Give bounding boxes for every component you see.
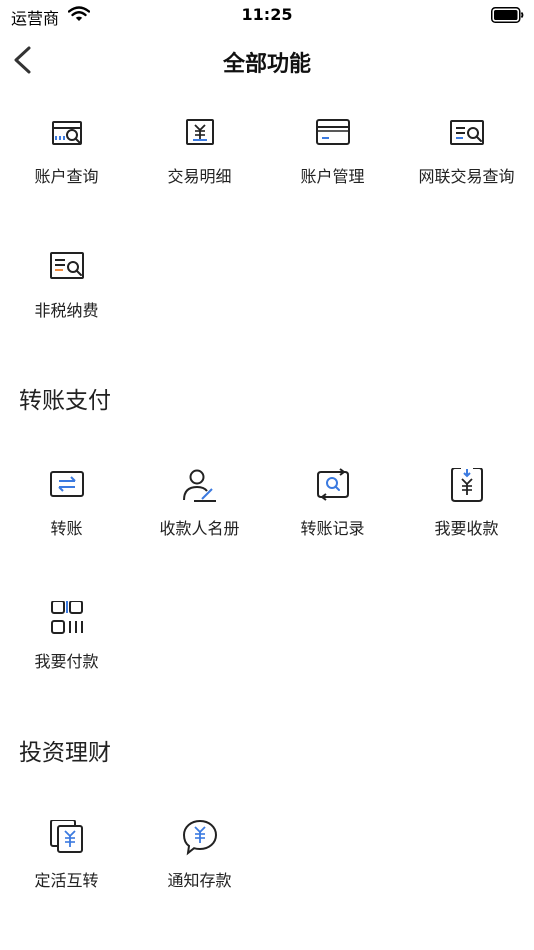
page-title: 全部功能 — [222, 52, 311, 77]
transaction-detail-icon — [185, 119, 214, 145]
tile-receive-money[interactable]: 我要收款 — [400, 468, 533, 548]
tile-transfer-records[interactable]: 转账记录 — [266, 468, 399, 548]
account-management-icon — [315, 119, 350, 145]
pay-money-icon — [50, 601, 83, 634]
tile-account-query[interactable]: 账户查询 — [0, 116, 133, 196]
tile-label: 交易明细 — [167, 167, 232, 186]
tile-label: 转账 — [50, 519, 83, 538]
tile-notice-deposit[interactable]: 通知存款 — [133, 820, 266, 900]
section-title-transfer: 转账支付 — [19, 388, 111, 414]
grid-row-account-2: 非税纳费 — [0, 250, 534, 330]
non-tax-payment-icon — [49, 252, 84, 279]
tile-label: 网联交易查询 — [418, 167, 515, 186]
battery-icon — [491, 7, 524, 23]
tile-label: 账户管理 — [300, 167, 365, 186]
tile-label: 通知存款 — [167, 871, 232, 890]
tile-account-management[interactable]: 账户管理 — [266, 116, 399, 196]
tile-pay-money[interactable]: 我要付款 — [0, 601, 133, 681]
tile-payee-list[interactable]: 收款人名册 — [133, 468, 266, 548]
grid-row-transfer-2: 我要付款 — [0, 601, 534, 681]
transfer-records-icon — [316, 468, 349, 501]
receive-money-icon — [450, 468, 483, 502]
tile-fixed-current-transfer[interactable]: 定活互转 — [0, 820, 133, 900]
tile-netunion-query[interactable]: 网联交易查询 — [400, 116, 533, 196]
account-query-icon — [52, 121, 82, 145]
tile-label: 转账记录 — [300, 519, 365, 538]
status-bar: 运营商 11:25 — [0, 0, 534, 30]
tile-label: 我要收款 — [434, 519, 499, 538]
transfer-icon — [49, 471, 84, 497]
grid-row-transfer: 转账 收款人名册 转账记录 我要收款 — [0, 468, 534, 548]
tile-transaction-detail[interactable]: 交易明细 — [133, 116, 266, 196]
grid-row-investment: 定活互转 通知存款 — [0, 820, 534, 900]
tile-label: 账户查询 — [34, 167, 99, 186]
tile-label: 收款人名册 — [159, 519, 240, 538]
tile-transfer[interactable]: 转账 — [0, 468, 133, 548]
navigation-bar: 全部功能 — [0, 30, 534, 90]
payee-list-icon — [182, 469, 216, 502]
grid-row-account: 账户查询 交易明细 账户管理 网联交易查询 — [0, 116, 534, 196]
tile-non-tax-payment[interactable]: 非税纳费 — [0, 250, 133, 330]
fixed-current-transfer-icon — [49, 820, 83, 853]
status-time: 11:25 — [241, 5, 293, 24]
notice-deposit-icon — [182, 820, 217, 856]
tile-label: 非税纳费 — [34, 301, 99, 320]
netunion-query-icon — [449, 120, 484, 145]
section-title-investment: 投资理财 — [19, 740, 111, 766]
tile-label: 我要付款 — [34, 652, 99, 671]
tile-label: 定活互转 — [34, 871, 99, 890]
